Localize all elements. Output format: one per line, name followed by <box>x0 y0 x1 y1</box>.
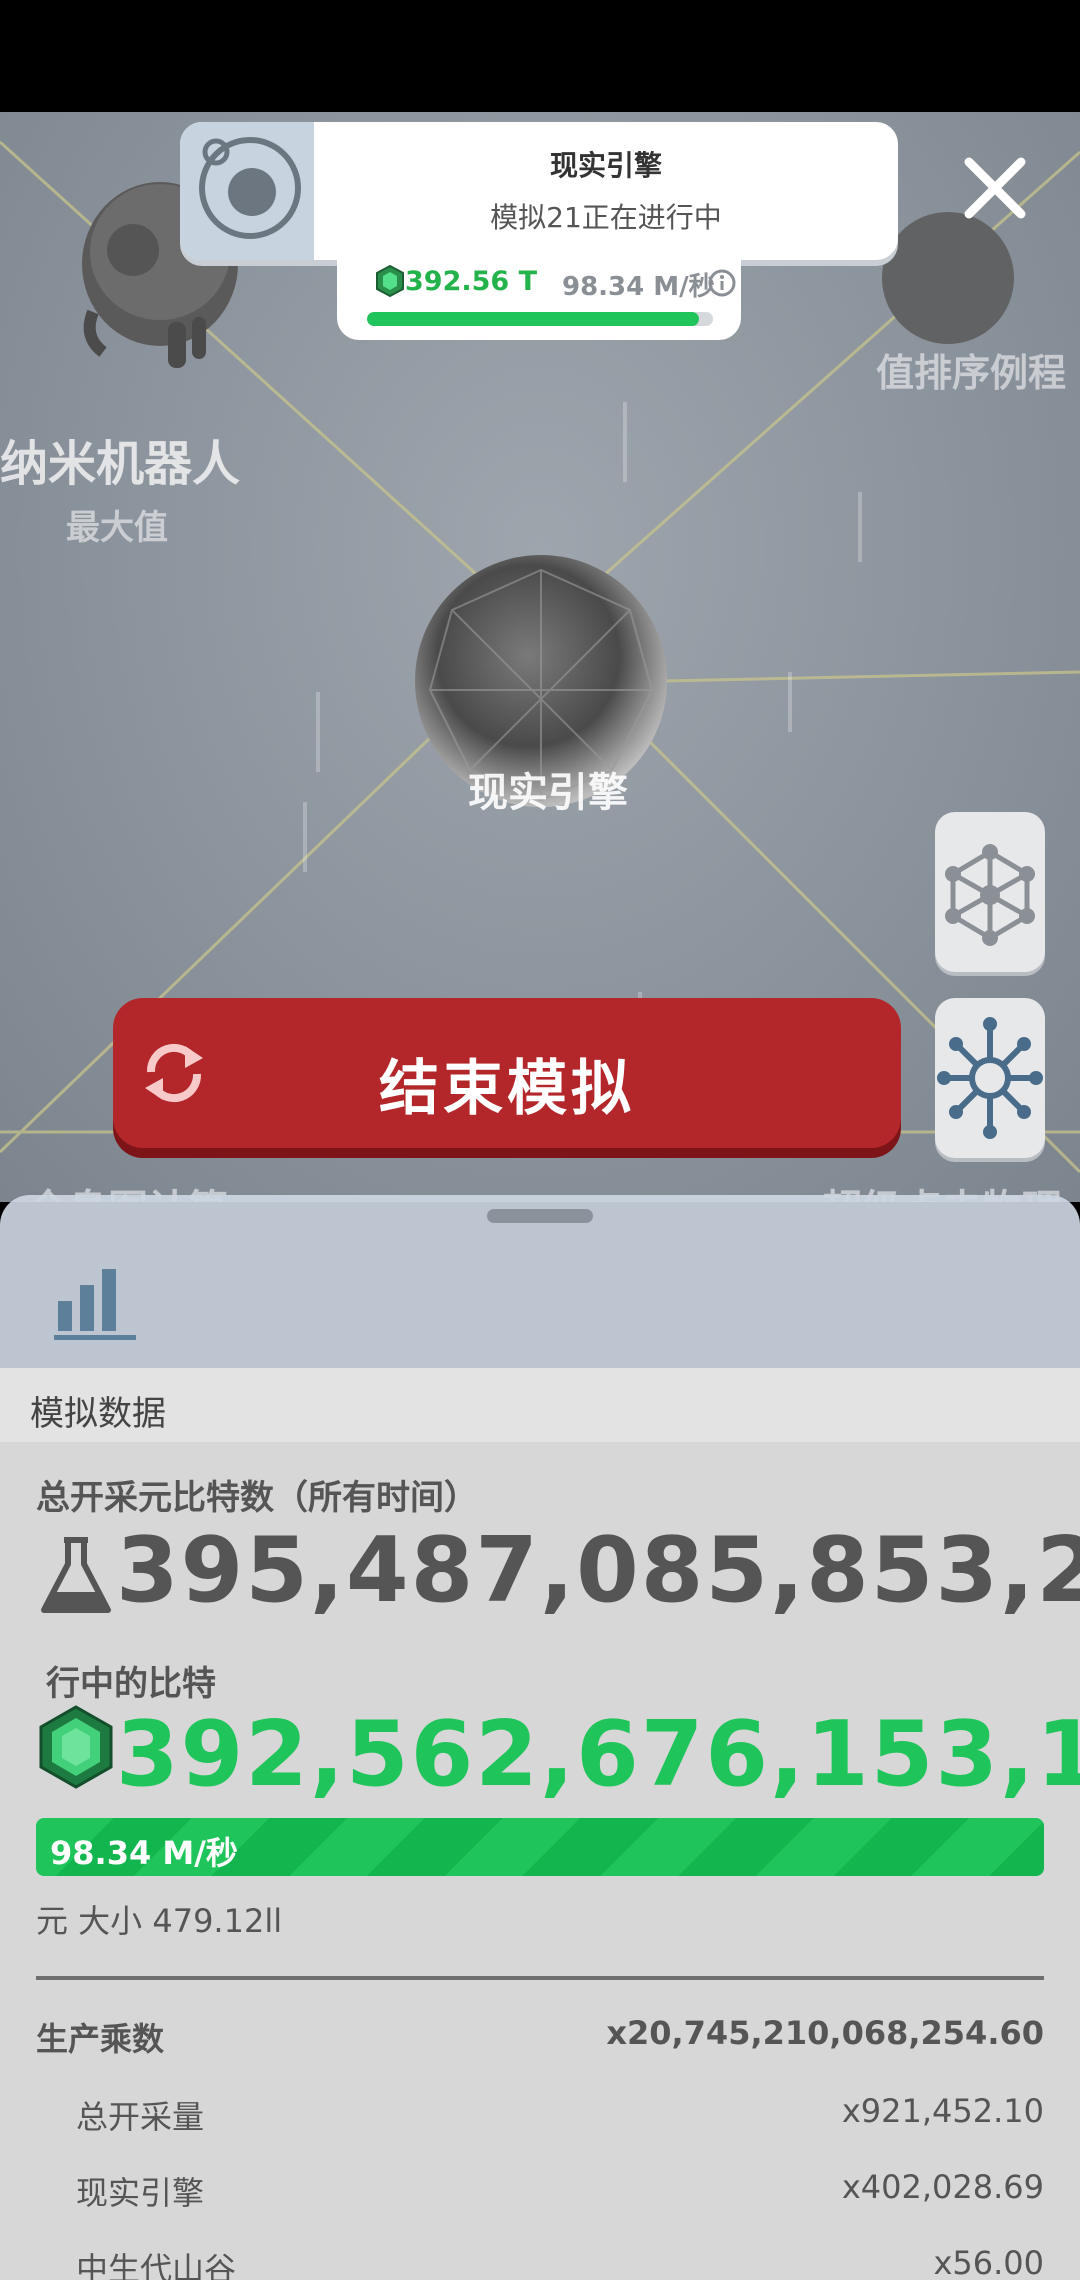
bar-chart-icon[interactable] <box>52 1255 138 1341</box>
network-icon <box>945 844 1035 946</box>
network-button[interactable] <box>935 812 1045 972</box>
status-bar <box>0 0 1080 112</box>
multiplier-value: x20,745,210,068,254.60 <box>606 2014 1044 2052</box>
bottom-sheet-header[interactable] <box>0 1195 1080 1370</box>
total-bits-value: 395,487,085,853,276 <box>116 1518 1080 1623</box>
multiplier-value: x56.00 <box>933 2244 1044 2280</box>
banner-subtitle: 模拟21正在进行中 <box>490 201 722 234</box>
currency-ticker[interactable]: 392.56 T 98.34 M/秒 <box>337 256 741 340</box>
multiplier-label: 生产乘数 <box>36 2020 165 2058</box>
ticker-progress-fill <box>367 312 700 326</box>
total-bits-label: 总开采元比特数（所有时间） <box>36 1478 478 1518</box>
node-sub-nanobot: 最大值 <box>66 508 168 548</box>
rate-bar: 98.34 M/秒 <box>36 1818 1044 1876</box>
reality-engine-icon-box <box>180 122 314 260</box>
ticker-progress-bar <box>367 312 713 326</box>
flask-icon <box>41 1537 111 1613</box>
node-name-sorting: 值排序例程 <box>876 351 1067 395</box>
end-simulation-label: 结束模拟 <box>379 1054 635 1124</box>
multiplier-value: x921,452.10 <box>841 2092 1044 2130</box>
section-title: 模拟数据 <box>30 1394 166 1434</box>
ticker-value: 392.56 T <box>405 266 538 297</box>
meta-size-text: 元 大小 479.12ll <box>36 1902 283 1940</box>
drag-handle[interactable] <box>487 1209 593 1223</box>
multiplier-value: x402,028.69 <box>841 2168 1044 2206</box>
end-simulation-button[interactable]: 结束模拟 <box>113 998 901 1148</box>
divider <box>36 1976 1044 1980</box>
simulation-data-panel: 模拟数据 总开采元比特数（所有时间） 395,487,085,853,276 行… <box>0 1368 1080 2280</box>
multiplier-label: 总开采量 <box>76 2098 205 2136</box>
ticker-rate: 98.34 M/秒 <box>562 272 715 302</box>
info-icon[interactable] <box>707 268 737 298</box>
node-name-reality-engine: 现实引擎 <box>468 770 628 816</box>
current-bits-value: 392,562,676,153,192 <box>116 1702 1080 1807</box>
banner-title: 现实引擎 <box>549 149 662 182</box>
section-header: 模拟数据 <box>0 1368 1080 1442</box>
gem-icon <box>376 264 404 298</box>
close-icon[interactable] <box>955 148 1035 228</box>
multiplier-label: 中生代山谷 <box>76 2250 237 2280</box>
reality-engine-icon <box>199 137 301 239</box>
rate-label: 98.34 M/秒 <box>50 1834 238 1872</box>
hub-button[interactable] <box>935 998 1045 1158</box>
current-bits-label: 行中的比特 <box>46 1664 216 1704</box>
notification-banner[interactable]: 现实引擎 模拟21正在进行中 <box>180 122 898 260</box>
node-name-nanobot: 纳米机器人 <box>0 436 241 492</box>
hub-icon <box>937 1017 1043 1139</box>
sorting-node-icon[interactable] <box>878 208 1018 348</box>
multiplier-label: 现实引擎 <box>76 2174 205 2212</box>
gem-icon-large <box>39 1705 113 1789</box>
